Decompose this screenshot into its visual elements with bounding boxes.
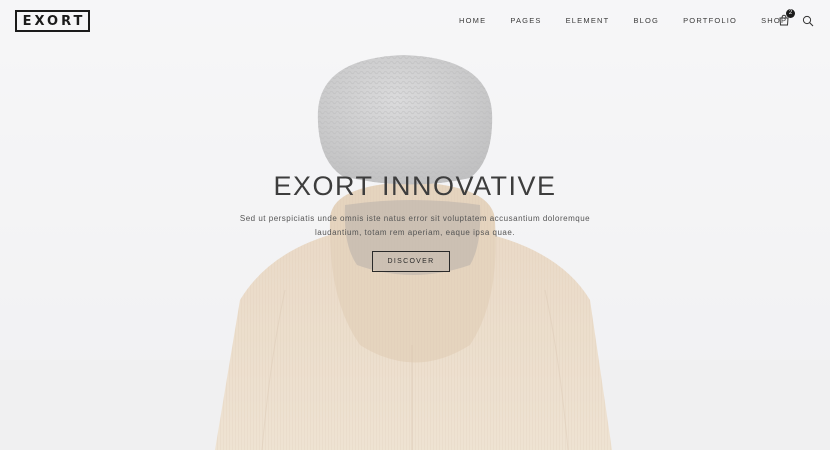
nav-item-pages[interactable]: PAGES (510, 16, 541, 26)
nav-item-portfolio[interactable]: PORTFOLIO (683, 16, 737, 26)
page: EXORT HOME PAGES ELEMENT BLOG PORTFOLIO … (0, 0, 830, 450)
cart-count-badge: 2 (786, 9, 795, 18)
discover-button[interactable]: DISCOVER (372, 251, 450, 272)
nav-item-home[interactable]: HOME (459, 16, 486, 26)
hero-title: EXORT INNOVATIVE (273, 171, 557, 201)
site-header: EXORT HOME PAGES ELEMENT BLOG PORTFOLIO … (0, 0, 830, 42)
search-icon[interactable] (802, 15, 814, 27)
nav-item-element[interactable]: ELEMENT (566, 16, 610, 26)
hero-description-line-2: laudantium, totam rem aperiam, eaque ips… (314, 227, 516, 237)
hero-description-line-1: Sed ut perspiciatis unde omnis iste natu… (239, 214, 591, 223)
logo-text: EXORT (22, 13, 86, 29)
site-logo[interactable]: EXORT (15, 10, 90, 32)
main-nav: HOME PAGES ELEMENT BLOG PORTFOLIO SHOP (459, 16, 787, 26)
hero-description: Sed ut perspiciatis unde omnis iste natu… (215, 212, 615, 239)
nav-item-blog[interactable]: BLOG (633, 16, 659, 26)
